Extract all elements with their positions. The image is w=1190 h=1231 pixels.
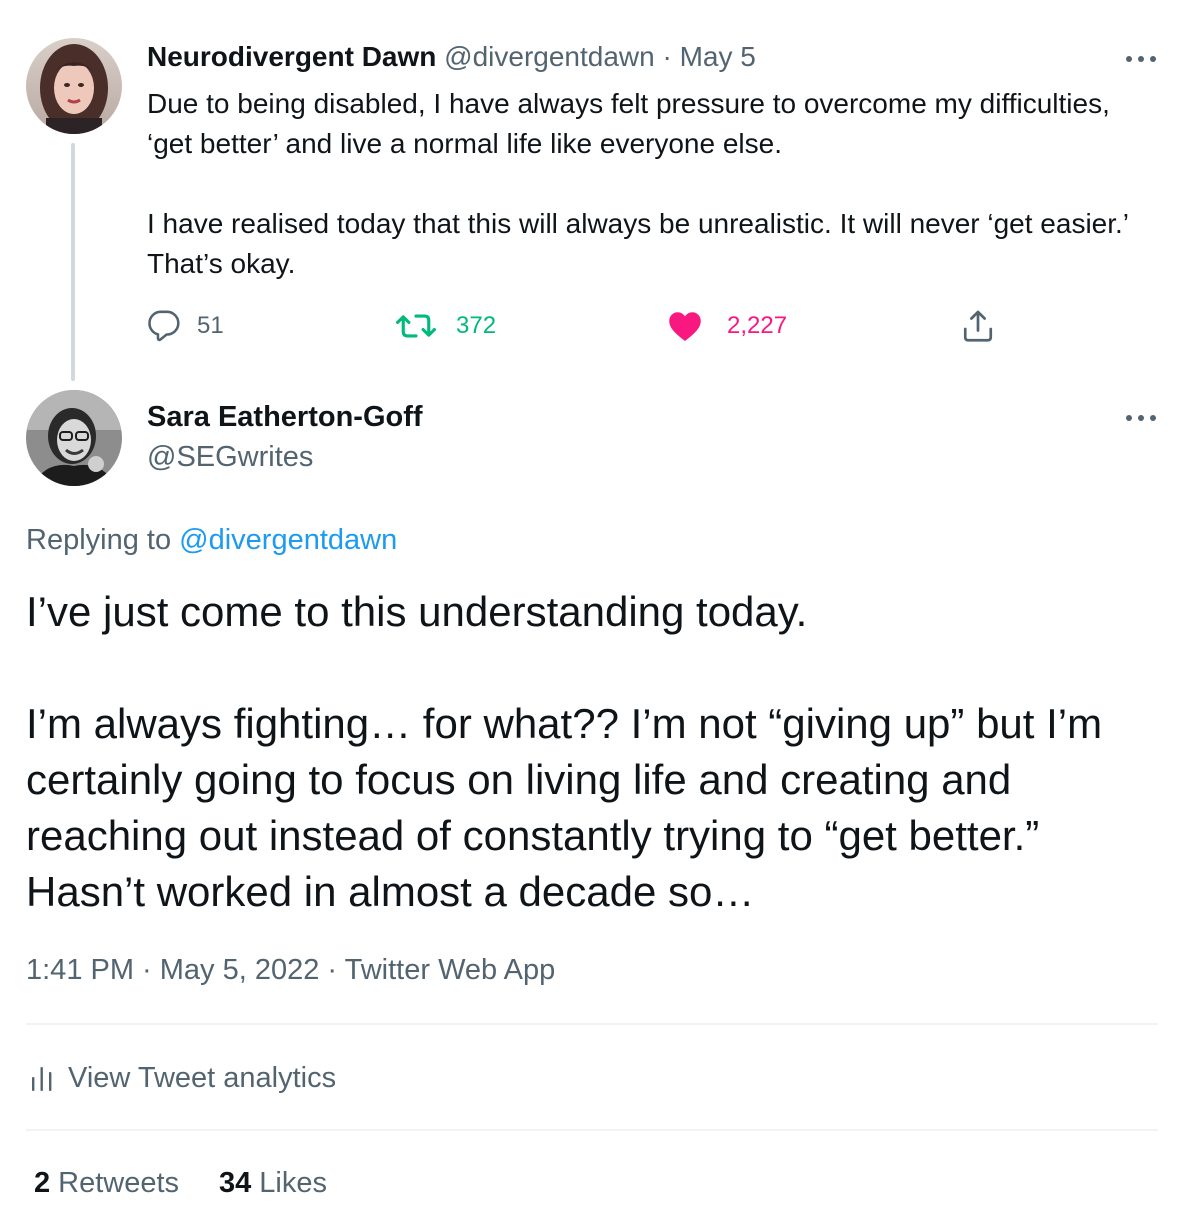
replying-to-label: Replying to [26, 524, 172, 556]
retweets-stat[interactable]: 2 Retweets [34, 1165, 179, 1201]
header-separator: · [662, 41, 672, 72]
tweet-timestamp[interactable]: 1:41 PM · May 5, 2022 · Twitter Web App [26, 952, 555, 988]
retweet-count: 372 [456, 312, 497, 339]
reply-paragraph: I’ve just come to this understanding tod… [26, 588, 808, 635]
reply-icon [148, 310, 180, 342]
reply-handle[interactable]: @SEGwrites [147, 439, 313, 475]
thread-connector-line [71, 143, 75, 381]
reply-display-name[interactable]: Sara Eatherton-Goff [147, 399, 423, 435]
likes-count: 34 [219, 1167, 252, 1199]
share-icon [963, 310, 993, 342]
parent-tweet-header: Neurodivergent Dawn @divergentdawn · May… [147, 40, 756, 74]
reply-button[interactable]: 51 [147, 306, 224, 346]
like-count: 2,227 [727, 312, 788, 339]
replying-to: Replying to @divergentdawn [26, 522, 397, 558]
share-button[interactable] [960, 306, 996, 346]
parent-more-icon[interactable] [1124, 54, 1158, 64]
avatar-neurodivergent-dawn[interactable] [26, 38, 122, 134]
parent-paragraph: Due to being disabled, I have always fel… [147, 88, 1110, 159]
reply-more-icon[interactable] [1124, 413, 1158, 423]
analytics-label: View Tweet analytics [68, 1061, 337, 1094]
reply-paragraph: I’m always fighting… for what?? I’m not … [26, 700, 1103, 915]
heart-icon [669, 312, 701, 341]
parent-date[interactable]: May 5 [680, 41, 756, 72]
divider [26, 1023, 1158, 1025]
avatar-sara-eatherton-goff[interactable] [26, 390, 122, 486]
parent-handle[interactable]: @divergentdawn [444, 41, 655, 72]
parent-paragraph: I have realised today that this will alw… [147, 208, 1128, 279]
retweets-count: 2 [34, 1167, 51, 1199]
engagement-stats: 2 Retweets 34 Likes [34, 1165, 327, 1201]
likes-stat[interactable]: 34 Likes [219, 1165, 327, 1201]
retweets-label: Retweets [58, 1167, 180, 1199]
parent-tweet-text: Due to being disabled, I have always fel… [147, 84, 1137, 284]
parent-display-name[interactable]: Neurodivergent Dawn [147, 41, 436, 72]
view-tweet-analytics-link[interactable]: View Tweet analytics [30, 1060, 336, 1096]
reply-tweet-text: I’ve just come to this understanding tod… [26, 584, 1166, 920]
reply-count: 51 [197, 312, 224, 339]
replying-to-handle-link[interactable]: @divergentdawn [179, 524, 397, 556]
retweet-button[interactable]: 372 [396, 306, 496, 346]
divider [26, 1129, 1158, 1131]
retweet-icon [396, 314, 436, 338]
analytics-bars-icon [32, 1067, 52, 1091]
like-button[interactable]: 2,227 [667, 306, 787, 346]
likes-label: Likes [259, 1167, 327, 1199]
